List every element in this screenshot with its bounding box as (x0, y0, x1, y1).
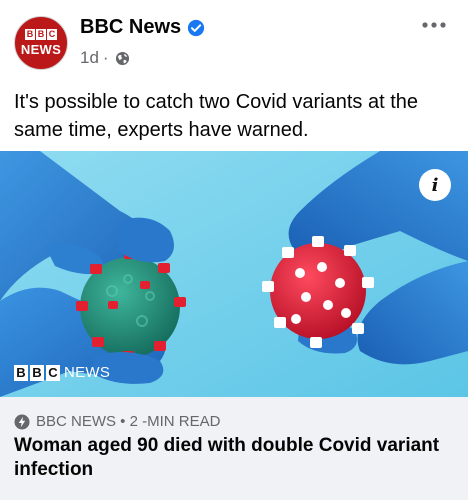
post-header: B B C NEWS BBC News 1d · (0, 0, 468, 80)
meta-separator: · (102, 48, 109, 67)
post-timestamp[interactable]: 1d (80, 48, 99, 68)
link-source: BBC NEWS • 2 -MIN READ (36, 413, 221, 430)
link-preview-card[interactable]: BBC NEWS • 2 -MIN READ Woman aged 90 die… (0, 397, 468, 500)
globe-icon[interactable] (115, 51, 130, 66)
bbc-news-watermark: B B C NEWS (14, 364, 110, 381)
link-title[interactable]: Woman aged 90 died with double Covid var… (14, 434, 459, 482)
avatar-letter: B (25, 29, 35, 40)
more-options-icon[interactable] (420, 18, 448, 32)
page-avatar[interactable]: B B C NEWS (14, 16, 68, 70)
link-source-row: BBC NEWS • 2 -MIN READ (14, 413, 220, 430)
watermark-letter: B (30, 364, 44, 381)
page-name-row: BBC News (80, 16, 205, 39)
instant-article-bolt-icon (14, 414, 30, 429)
avatar-letter: C (47, 29, 57, 40)
page-name-link[interactable]: BBC News (80, 16, 181, 39)
post-image[interactable]: i B B C NEWS (0, 151, 468, 397)
avatar-letter: B (36, 29, 46, 40)
watermark-letter: B (14, 364, 28, 381)
post-meta: 1d · (80, 48, 130, 68)
verified-badge-icon (188, 19, 205, 36)
avatar-bbc-logo: B B C (25, 29, 57, 40)
post-text: It's possible to catch two Covid variant… (14, 91, 419, 141)
avatar-news-word: NEWS (20, 42, 62, 57)
watermark-news-word: NEWS (64, 364, 111, 381)
covid-variants-photo (0, 151, 468, 397)
info-button[interactable]: i (419, 169, 451, 201)
watermark-letter: C (46, 364, 60, 381)
